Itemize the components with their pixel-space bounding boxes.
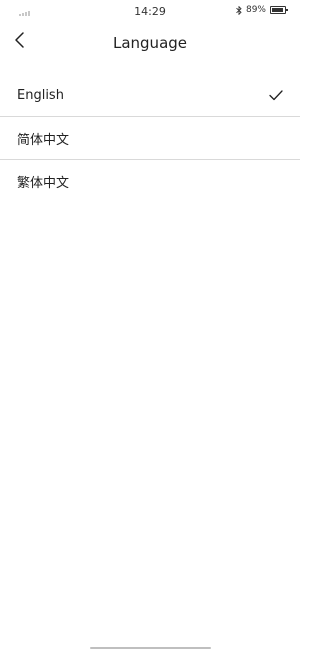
battery-percent: 89% — [245, 5, 266, 15]
language-item-traditional-chinese[interactable]: 繁体中文 — [0, 160, 300, 202]
language-list: English 简体中文 繁体中文 — [0, 74, 300, 202]
bluetooth-icon — [236, 5, 242, 15]
status-right: 89% — [236, 5, 288, 15]
language-item-simplified-chinese[interactable]: 简体中文 — [0, 117, 300, 159]
language-label: 简体中文 — [17, 132, 70, 148]
language-item-english[interactable]: English — [0, 74, 300, 116]
battery-icon — [270, 6, 288, 14]
nav-bar: Language — [0, 26, 300, 60]
language-screen: 14:29 89% Language English 简体中文 繁体中文 — [0, 0, 300, 650]
language-label: English — [17, 87, 64, 103]
status-bar: 14:29 89% — [0, 0, 300, 24]
home-indicator[interactable] — [90, 647, 211, 649]
checkmark-icon — [268, 87, 284, 103]
language-label: 繁体中文 — [17, 175, 70, 191]
battery-fill — [272, 8, 283, 12]
page-title: Language — [112, 34, 188, 52]
